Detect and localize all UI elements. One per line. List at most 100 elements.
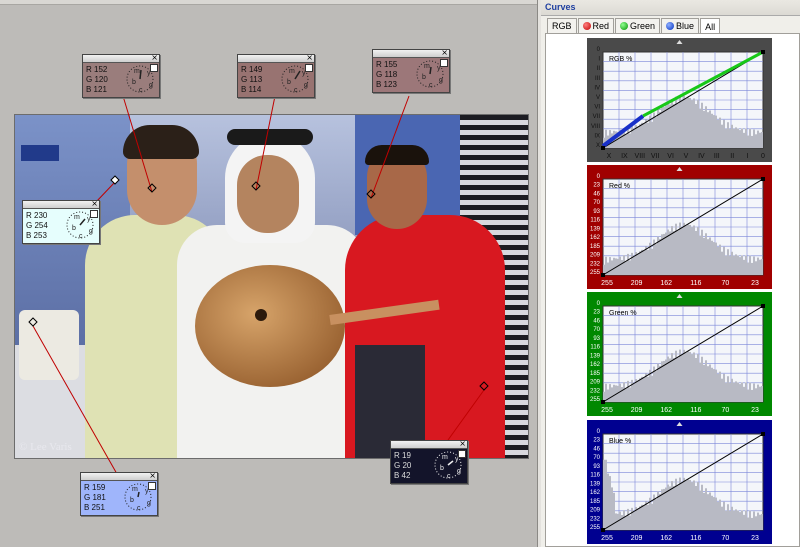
probe-values: R 155 G 118 B 123 <box>376 60 398 89</box>
rgb-curve-panel[interactable]: RGB % 0 I II III IV V VI VII VIII IX X X IX VIII VII VI V… <box>587 38 772 162</box>
tab-all[interactable]: All <box>700 18 721 34</box>
y-tick-label: 23 <box>593 310 600 316</box>
y-tick-label: VII <box>593 114 601 120</box>
pin-icon[interactable] <box>148 482 156 490</box>
x-tick-label: 23 <box>751 280 759 287</box>
color-probe-2[interactable]: × R 149 G 113 B 114 mybcg <box>237 53 315 98</box>
probe-titlebar[interactable]: × <box>391 439 467 449</box>
tab-rgb[interactable]: RGB <box>547 18 577 33</box>
x-tick-label: 255 <box>601 407 613 414</box>
color-probe-1[interactable]: × R 152 G 120 B 121 mybcg <box>82 53 160 98</box>
wheel-letter: b <box>132 79 136 86</box>
y-tick-label: 232 <box>590 388 601 394</box>
y-tick-label: 46 <box>593 318 600 324</box>
pin-icon[interactable] <box>305 64 313 72</box>
color-probe-5[interactable]: × R 159 G 181 B 251 mybcg <box>80 471 158 516</box>
y-tick-label: 93 <box>593 336 600 342</box>
y-tick-label: 116 <box>590 473 600 479</box>
wheel-letter: c <box>447 473 451 480</box>
curve-label: Red % <box>609 183 630 190</box>
wheel-letter: b <box>287 79 291 86</box>
close-icon[interactable]: × <box>441 48 448 58</box>
y-tick-label: VI <box>594 105 600 111</box>
x-tick-label: IX <box>621 153 628 160</box>
close-icon[interactable]: × <box>459 439 466 449</box>
curves-panel: Curves RGB Red Green Blue All RGB % 0 I II I… <box>541 0 800 547</box>
y-tick-label: II <box>597 66 601 72</box>
y-tick-label: 185 <box>590 244 601 250</box>
wheel-letter: m <box>442 454 448 461</box>
probe-titlebar[interactable]: × <box>238 53 314 63</box>
y-tick-label: 70 <box>593 455 600 461</box>
x-tick-label: 116 <box>690 407 701 414</box>
x-tick-label: 255 <box>601 535 613 542</box>
close-icon[interactable]: × <box>306 53 313 63</box>
probe-values: R 230 G 254 B 253 <box>26 211 48 240</box>
probe-titlebar[interactable]: × <box>83 53 159 63</box>
x-tick-label: 70 <box>722 280 730 287</box>
wheel-letter: m <box>289 68 295 75</box>
x-tick-label: 162 <box>660 280 672 287</box>
pin-icon[interactable] <box>150 64 158 72</box>
red-curve-panel[interactable]: Red % 0 23 46 70 93 116 139 162 185 209 232 255 255 20… <box>587 165 772 289</box>
wheel-letter: m <box>424 63 430 70</box>
pin-icon[interactable] <box>458 450 466 458</box>
curve-point-handle[interactable] <box>601 273 605 277</box>
curve-point-handle[interactable] <box>761 432 765 436</box>
y-tick-label: 70 <box>593 200 600 206</box>
y-tick-label: 232 <box>590 516 601 522</box>
probe-titlebar[interactable]: × <box>23 199 99 209</box>
curve-point-handle[interactable] <box>761 304 765 308</box>
curve-point-handle[interactable] <box>601 400 605 404</box>
color-probe-3[interactable]: × R 155 G 118 B 123 mybcg <box>372 48 450 93</box>
probe-titlebar[interactable]: × <box>373 48 449 58</box>
x-tick-label: 116 <box>690 280 701 287</box>
y-tick-label: 23 <box>593 183 600 189</box>
curve-point-handle[interactable] <box>761 177 765 181</box>
color-probe-6[interactable]: × R 19 G 20 B 42 mybcg <box>390 439 468 484</box>
pin-icon[interactable] <box>440 59 448 67</box>
y-tick-label: IV <box>594 85 600 91</box>
y-tick-label: VIII <box>591 124 600 130</box>
close-icon[interactable]: × <box>151 53 158 63</box>
x-tick-label: 162 <box>660 407 672 414</box>
wheel-letter: c <box>429 82 433 89</box>
y-tick-label: 93 <box>593 209 600 215</box>
tab-red[interactable]: Red <box>577 18 615 33</box>
green-curve-panel[interactable]: Green % 0 23 46 70 93 116 139 162 185 209 232 255 255… <box>587 292 772 416</box>
tab-green[interactable]: Green <box>615 18 661 33</box>
wheel-letter: g <box>304 82 308 89</box>
blue-dot-icon <box>666 22 675 30</box>
wheel-letter: b <box>130 497 134 504</box>
color-probe-4[interactable]: × R 230 G 254 B 253 mybcg <box>22 199 100 244</box>
y-tick-label: 185 <box>590 499 601 505</box>
y-tick-label: 70 <box>593 327 600 333</box>
curve-label: Green % <box>609 310 637 317</box>
curve-point-handle[interactable] <box>761 50 765 54</box>
red-dot-icon <box>582 22 591 30</box>
x-tick-label: III <box>714 153 720 160</box>
wheel-letter: m <box>134 68 140 75</box>
wheel-letter: b <box>72 225 76 232</box>
y-tick-label: 162 <box>590 235 601 241</box>
probe-values: R 149 G 113 B 114 <box>241 65 263 94</box>
curve-label: RGB % <box>609 56 632 63</box>
wheel-letter: g <box>147 500 151 507</box>
pin-icon[interactable] <box>90 210 98 218</box>
tab-blue[interactable]: Blue <box>661 18 700 33</box>
close-icon[interactable]: × <box>91 199 98 209</box>
curve-point-handle[interactable] <box>601 528 605 532</box>
green-dot-icon <box>620 22 629 30</box>
probe-titlebar[interactable]: × <box>81 471 157 481</box>
x-tick-label: X <box>607 153 612 160</box>
x-tick-label: II <box>730 153 734 160</box>
curve-point-handle[interactable] <box>601 146 605 150</box>
close-icon[interactable]: × <box>149 471 156 481</box>
wheel-letter: c <box>139 87 143 94</box>
x-tick-label: 70 <box>722 535 730 542</box>
blue-curve-panel[interactable]: Blue % 0 23 46 70 93 116 139 162 185 209 232 255 255 2… <box>587 420 772 544</box>
wheel-letter: c <box>137 505 141 512</box>
curve-label: Blue % <box>609 438 631 445</box>
x-tick-label: 0 <box>761 153 765 160</box>
wheel-letter: b <box>422 74 426 81</box>
